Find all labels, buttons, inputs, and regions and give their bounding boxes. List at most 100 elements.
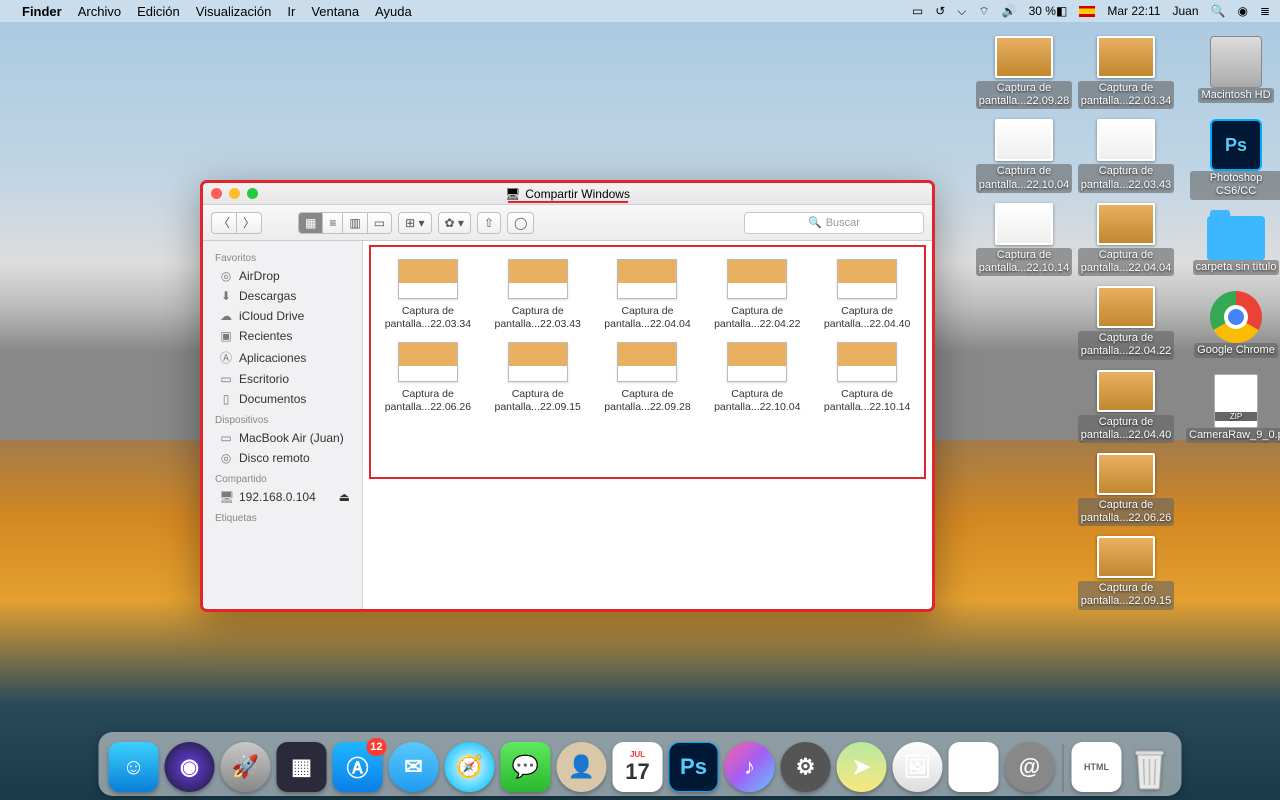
dock-html-file[interactable]: HTML: [1072, 742, 1122, 792]
bluetooth-icon[interactable]: ⌵: [957, 4, 966, 19]
dock-photos[interactable]: ✿: [949, 742, 999, 792]
desktop-macintosh-hd[interactable]: Macintosh HD: [1190, 36, 1280, 103]
menu-edicion[interactable]: Edición: [137, 4, 180, 19]
dock-mission-control[interactable]: ▦: [277, 742, 327, 792]
file-item[interactable]: Captura depantalla...22.09.28: [595, 336, 701, 413]
input-source-icon[interactable]: [1079, 6, 1095, 17]
dock-safari[interactable]: 🧭: [445, 742, 495, 792]
sidebar-applications[interactable]: ⒶAplicaciones: [203, 346, 362, 369]
desktop-screenshot[interactable]: Captura depantalla...22.09.28: [978, 36, 1070, 109]
dock-mail[interactable]: ✉: [389, 742, 439, 792]
timemachine-icon[interactable]: ↺: [935, 4, 945, 18]
dock-preferences[interactable]: ⚙: [781, 742, 831, 792]
action-button[interactable]: ✿ ▾: [438, 212, 471, 234]
desktop-zip[interactable]: CameraRaw_9_0.pkg.zip: [1190, 374, 1280, 443]
dock-preview[interactable]: 🖼: [893, 742, 943, 792]
desktop-screenshot[interactable]: Captura depantalla...22.10.14: [978, 203, 1070, 276]
arrange-button[interactable]: ⊞ ▾: [398, 212, 431, 234]
screen-share-icon[interactable]: ▭: [912, 4, 923, 18]
dock-at[interactable]: @: [1005, 742, 1055, 792]
file-thumbnail-icon: [727, 342, 787, 382]
close-button[interactable]: [211, 188, 222, 199]
menu-visualizacion[interactable]: Visualización: [196, 4, 272, 19]
minimize-button[interactable]: [229, 188, 240, 199]
desktop-screenshot[interactable]: Captura depantalla...22.03.34: [1080, 36, 1172, 109]
dock-maps[interactable]: ➤: [837, 742, 887, 792]
dock-separator: [1063, 744, 1064, 792]
finder-toolbar: 〈 〉 ▦ ≡ ▥ ▭ ⊞ ▾ ✿ ▾ ⇧ ◯ 🔍 Buscar: [203, 205, 932, 241]
dock-launchpad[interactable]: 🚀: [221, 742, 271, 792]
file-thumbnail-icon: [727, 259, 787, 299]
file-item[interactable]: Captura depantalla...22.06.26: [375, 336, 481, 413]
forward-button[interactable]: 〉: [236, 212, 262, 234]
desktop-screenshot[interactable]: Captura depantalla...22.06.26: [1080, 453, 1172, 526]
file-item[interactable]: Captura depantalla...22.04.22: [704, 253, 810, 330]
view-gallery-button[interactable]: ▭: [367, 212, 392, 234]
view-icons-button[interactable]: ▦: [298, 212, 322, 234]
dock-finder[interactable]: ☺: [109, 742, 159, 792]
desktop-screenshot[interactable]: Captura depantalla...22.04.04: [1080, 203, 1172, 276]
shared-pc-icon: 🖥: [505, 187, 520, 201]
file-item[interactable]: Captura depantalla...22.10.14: [814, 336, 920, 413]
dock-siri[interactable]: ◉: [165, 742, 215, 792]
menu-ayuda[interactable]: Ayuda: [375, 4, 412, 19]
siri-icon[interactable]: ◉: [1237, 4, 1247, 18]
finder-content[interactable]: Captura depantalla...22.03.34Captura dep…: [363, 241, 932, 609]
file-thumbnail-icon: [398, 259, 458, 299]
file-item[interactable]: Captura depantalla...22.04.04: [595, 253, 701, 330]
desktop-folder[interactable]: carpeta sin título: [1190, 216, 1280, 275]
spotlight-icon[interactable]: 🔍: [1211, 4, 1226, 18]
tags-button[interactable]: ◯: [507, 212, 534, 234]
desktop-photoshop[interactable]: PsPhotoshop CS6/CC: [1190, 119, 1280, 199]
desktop-screenshot[interactable]: Captura depantalla...22.09.15: [1080, 536, 1172, 609]
dock-messages[interactable]: 💬: [501, 742, 551, 792]
menu-archivo[interactable]: Archivo: [78, 4, 121, 19]
search-input[interactable]: 🔍 Buscar: [744, 212, 924, 234]
dock-itunes[interactable]: ♪: [725, 742, 775, 792]
file-item[interactable]: Captura depantalla...22.03.43: [485, 253, 591, 330]
dock-photoshop[interactable]: Ps: [669, 742, 719, 792]
file-thumbnail-icon: [617, 342, 677, 382]
wifi-icon[interactable]: ⌔: [978, 4, 989, 19]
desktop-chrome[interactable]: Google Chrome: [1190, 291, 1280, 358]
window-titlebar[interactable]: 🖥 Compartir Windows: [203, 183, 932, 205]
desktop-screenshot[interactable]: Captura depantalla...22.04.22: [1080, 286, 1172, 359]
app-menu[interactable]: Finder: [22, 4, 62, 19]
sidebar-desktop[interactable]: ▭Escritorio: [203, 369, 362, 389]
battery-status[interactable]: 30 % ◧: [1029, 4, 1068, 18]
user-menu[interactable]: Juan: [1172, 4, 1198, 18]
dock-contacts[interactable]: 👤: [557, 742, 607, 792]
sidebar-downloads[interactable]: ⬇Descargas: [203, 286, 362, 306]
share-button[interactable]: ⇧: [477, 212, 501, 234]
desktop-screenshot[interactable]: Captura depantalla...22.10.04: [978, 119, 1070, 192]
sidebar-macbook[interactable]: ▭MacBook Air (Juan): [203, 428, 362, 448]
sidebar-icloud[interactable]: ☁iCloud Drive: [203, 306, 362, 326]
dock: ☺ ◉ 🚀 ▦ Ⓐ12 ✉ 🧭 💬 👤 JUL17 Ps ♪ ⚙ ➤ 🖼 ✿ @…: [99, 732, 1182, 796]
dock-calendar[interactable]: JUL17: [613, 742, 663, 792]
clock[interactable]: Mar 22:11: [1107, 4, 1160, 18]
dock-trash[interactable]: [1128, 742, 1172, 792]
file-item[interactable]: Captura depantalla...22.04.40: [814, 253, 920, 330]
sidebar-remote-disc[interactable]: ◎Disco remoto: [203, 448, 362, 468]
sidebar-shared-host[interactable]: 🖥192.168.0.104⏏: [203, 487, 362, 507]
menu-ir[interactable]: Ir: [287, 4, 295, 19]
file-item[interactable]: Captura depantalla...22.03.34: [375, 253, 481, 330]
dock-appstore[interactable]: Ⓐ12: [333, 742, 383, 792]
sidebar-recents[interactable]: ▣Recientes: [203, 326, 362, 346]
notification-center-icon[interactable]: ≣: [1260, 4, 1270, 18]
zoom-button[interactable]: [247, 188, 258, 199]
finder-sidebar: Favoritos ◎AirDrop ⬇Descargas ☁iCloud Dr…: [203, 241, 363, 609]
sidebar-airdrop[interactable]: ◎AirDrop: [203, 266, 362, 286]
back-button[interactable]: 〈: [211, 212, 236, 234]
sidebar-documents[interactable]: ▯Documentos: [203, 389, 362, 409]
desktop-screenshot[interactable]: Captura depantalla...22.03.43: [1080, 119, 1172, 192]
window-title: Compartir Windows: [525, 187, 630, 201]
file-item[interactable]: Captura depantalla...22.09.15: [485, 336, 591, 413]
menu-ventana[interactable]: Ventana: [311, 4, 359, 19]
desktop-screenshot[interactable]: Captura depantalla...22.04.40: [1080, 370, 1172, 443]
view-columns-button[interactable]: ▥: [342, 212, 366, 234]
file-item[interactable]: Captura depantalla...22.10.04: [704, 336, 810, 413]
volume-icon[interactable]: 🔊: [1002, 4, 1017, 18]
view-list-button[interactable]: ≡: [322, 212, 342, 234]
sidebar-header-favorites: Favoritos: [203, 247, 362, 266]
